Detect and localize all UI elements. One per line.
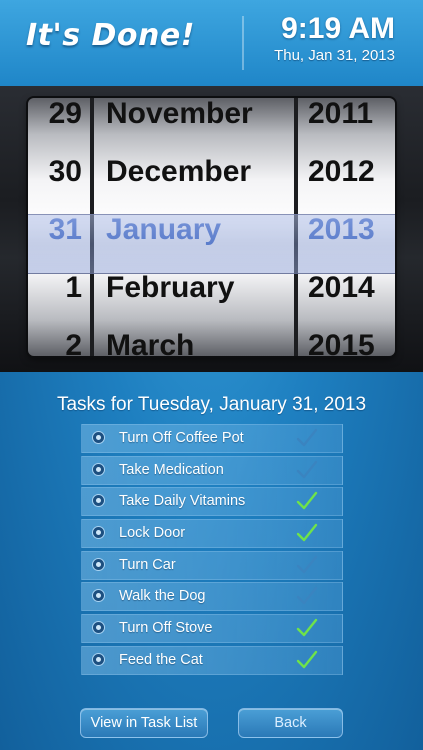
task-label: Lock Door	[119, 525, 186, 542]
task-label: Walk the Dog	[119, 588, 206, 605]
clock-icon	[92, 652, 105, 666]
back-button[interactable]: Back	[238, 708, 343, 738]
month-option[interactable]: November	[106, 98, 253, 143]
clock-icon	[92, 431, 105, 444]
day-wheel[interactable]: 29 30 31 1 2	[28, 98, 90, 356]
day-option[interactable]: 2	[65, 317, 82, 356]
checkmark-pending-icon[interactable]	[295, 553, 319, 577]
view-in-task-list-button[interactable]: View in Task List	[80, 708, 208, 738]
year-option[interactable]: 2015	[308, 317, 375, 356]
target-icon	[92, 462, 105, 476]
task-row[interactable]: Turn Off Coffee Pot	[81, 424, 343, 453]
task-label: Turn Off Stove	[119, 620, 213, 637]
tasks-title: Tasks for Tuesday, January 31, 2013	[56, 394, 367, 415]
checkmark-done-icon[interactable]	[295, 521, 319, 545]
header-divider	[242, 16, 244, 70]
checkmark-done-icon[interactable]	[295, 489, 319, 513]
checkmark-pending-icon[interactable]	[295, 458, 319, 482]
task-row[interactable]: Feed the Cat	[81, 645, 343, 675]
app-header: It's Done! 9:19 AM Thu, Jan 31, 2013	[0, 0, 423, 87]
task-row[interactable]: Turn Car	[81, 550, 343, 580]
task-row[interactable]: Lock Door	[81, 519, 343, 549]
month-wheel[interactable]: November December January February March	[94, 98, 294, 356]
task-row[interactable]: Walk the Dog	[81, 582, 343, 612]
day-option[interactable]: 1	[65, 259, 82, 317]
task-label: Turn Car	[119, 556, 176, 573]
task-label: Take Medication	[119, 461, 224, 478]
app-logo: It's Done!	[26, 18, 195, 53]
task-row[interactable]: Take Medication	[81, 455, 343, 485]
checkmark-done-icon[interactable]	[295, 616, 319, 640]
month-option[interactable]: February	[106, 259, 234, 317]
refresh-icon	[92, 494, 105, 508]
year-option[interactable]: 2012	[308, 143, 375, 201]
month-option[interactable]: March	[106, 317, 194, 356]
month-option-selected[interactable]: January	[106, 201, 221, 259]
clock-icon	[92, 526, 105, 540]
task-row[interactable]: Take Daily Vitamins	[81, 487, 343, 517]
task-label: Turn Off Coffee Pot	[119, 430, 244, 446]
task-label: Take Daily Vitamins	[119, 493, 246, 510]
year-option[interactable]: 2014	[308, 259, 375, 317]
refresh-icon	[92, 621, 105, 635]
checkmark-pending-icon[interactable]	[295, 584, 319, 608]
task-label: Feed the Cat	[119, 651, 203, 668]
clock-icon	[92, 557, 105, 571]
date-picker[interactable]: 29 30 31 1 2 November December January F…	[28, 98, 395, 356]
task-row[interactable]: Turn Off Stove	[81, 614, 343, 644]
task-list: Turn Off Coffee Pot Take Medication Take D…	[81, 424, 343, 678]
day-option[interactable]: 29	[49, 98, 82, 143]
year-option-selected[interactable]: 2013	[308, 201, 375, 259]
checkmark-pending-icon[interactable]	[295, 426, 319, 450]
day-option-selected[interactable]: 31	[49, 201, 82, 259]
clock-time: 9:19 AM	[281, 12, 395, 45]
year-option[interactable]: 2011	[308, 98, 373, 143]
month-option[interactable]: December	[106, 143, 251, 201]
day-option[interactable]: 30	[49, 143, 82, 201]
checkmark-done-icon[interactable]	[295, 648, 319, 672]
clock-date: Thu, Jan 31, 2013	[274, 47, 395, 64]
year-wheel[interactable]: 2011 2012 2013 2014 2015	[298, 98, 395, 356]
target-icon	[92, 589, 105, 603]
